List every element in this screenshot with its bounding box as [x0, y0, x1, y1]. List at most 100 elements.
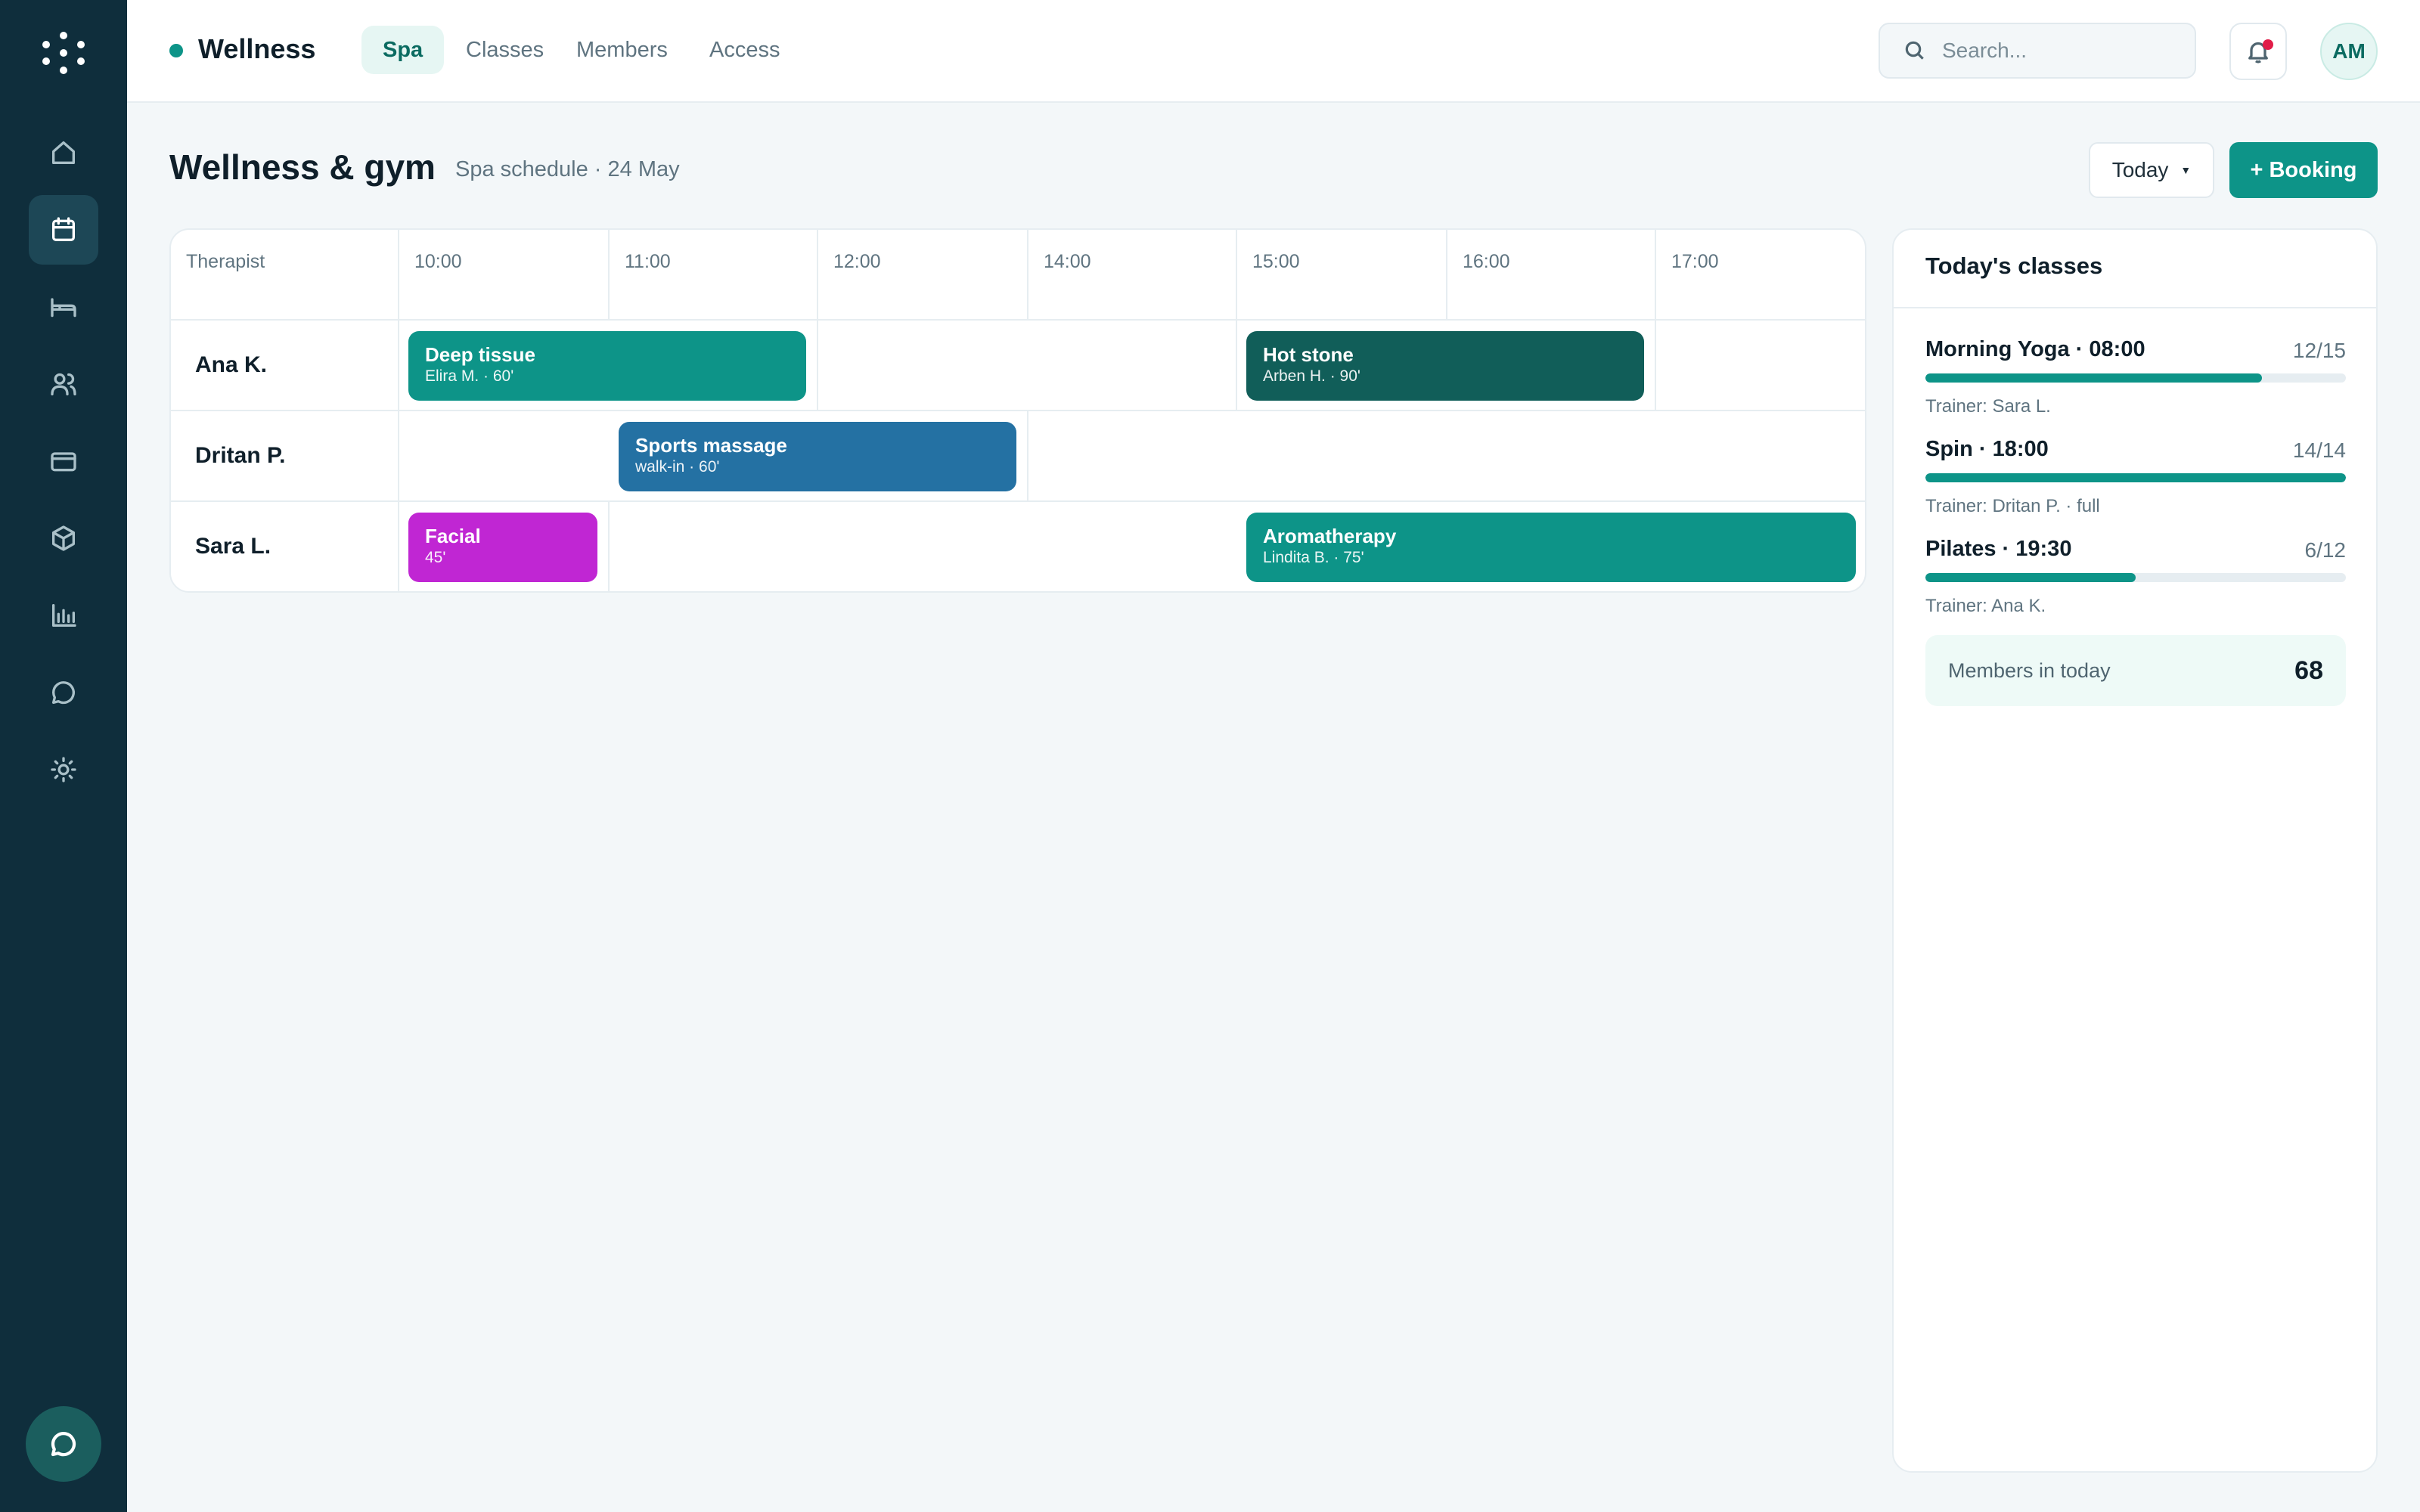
class-name: Pilates · 19:30 [1925, 537, 2072, 561]
column-header-therapist: Therapist [186, 251, 265, 272]
booking-block[interactable]: Aromatherapy Lindita B. · 75' [1246, 513, 1856, 582]
capacity-bar [1925, 473, 2346, 482]
therapist-name: Dritan P. [195, 443, 286, 468]
class-trainer: Trainer: Sara L. [1925, 396, 2051, 417]
column-header-time: 17:00 [1671, 251, 1719, 272]
date-select[interactable]: Today ▼ [2089, 142, 2214, 198]
booking-title: Deep tissue [425, 343, 535, 366]
sun-icon [51, 757, 76, 782]
page-title: Wellness & gym [169, 147, 436, 187]
grid-divider [608, 500, 610, 591]
add-booking-button[interactable]: + Booking [2229, 142, 2378, 198]
column-header-time: 16:00 [1463, 251, 1510, 272]
sidebar-item-reports[interactable] [29, 581, 98, 650]
sidebar-item-calendar[interactable] [29, 195, 98, 265]
grid-divider [171, 319, 1865, 321]
bed-icon [51, 298, 76, 318]
booking-title: Sports massage [635, 434, 787, 457]
capacity-bar-fill [1925, 373, 2262, 383]
capacity-bar [1925, 373, 2346, 383]
tab-classes[interactable]: Classes [445, 26, 565, 74]
capacity-bar-fill [1925, 573, 2136, 582]
panel-title: Today's classes [1925, 253, 2103, 279]
page-subtitle: Spa schedule · 24 May [455, 157, 680, 181]
date-select-label: Today [2111, 158, 2169, 181]
notifications-button[interactable] [2229, 23, 2287, 80]
members-label: Members in today [1948, 658, 2111, 682]
home-icon [52, 141, 76, 164]
class-item[interactable]: Pilates · 19:30 6/12 Trainer: Ana K. [1925, 537, 2346, 635]
booking-details: 45' [425, 549, 446, 566]
tab-spa[interactable]: Spa [361, 26, 445, 74]
users-icon [51, 373, 76, 395]
grid-divider [1236, 230, 1237, 410]
chat-icon [52, 681, 75, 705]
class-item[interactable]: Morning Yoga · 08:00 12/15 Trainer: Sara… [1925, 337, 2346, 435]
search-input[interactable] [1942, 39, 2169, 63]
column-header-time: 10:00 [414, 251, 462, 272]
support-chat-button[interactable] [26, 1406, 101, 1482]
booking-details: Lindita B. · 75' [1263, 549, 1364, 566]
column-header-time: 12:00 [833, 251, 881, 272]
therapist-name: Sara L. [195, 534, 271, 559]
class-item[interactable]: Spin · 18:00 14/14 Trainer: Dritan P. · … [1925, 437, 2346, 535]
booking-block[interactable]: Sports massage walk-in · 60' [619, 422, 1016, 491]
sidebar-item-users[interactable] [29, 349, 98, 419]
chat-bubble-icon [51, 1432, 76, 1457]
class-name: Morning Yoga · 08:00 [1925, 337, 2145, 361]
sidebar-item-rooms[interactable] [29, 272, 98, 342]
notification-badge [2263, 39, 2273, 50]
sidebar [0, 0, 127, 1512]
grid-divider [608, 230, 610, 321]
booking-title: Facial [425, 525, 481, 547]
grid-divider [1446, 230, 1447, 321]
booking-details: Arben H. · 90' [1263, 367, 1360, 385]
booking-details: walk-in · 60' [635, 458, 720, 476]
booking-block[interactable]: Facial 45' [408, 513, 597, 582]
booking-block[interactable]: Hot stone Arben H. · 90' [1246, 331, 1644, 401]
booking-title: Aromatherapy [1263, 525, 1397, 547]
booking-details: Elira M. · 60' [425, 367, 514, 385]
grid-divider [1027, 230, 1028, 321]
column-header-time: 14:00 [1044, 251, 1091, 272]
tab-access[interactable]: Access [688, 26, 801, 74]
box-icon [52, 525, 76, 551]
grid-divider [1655, 230, 1656, 410]
class-capacity: 6/12 [2304, 538, 2347, 562]
tab-members[interactable]: Members [555, 26, 689, 74]
class-trainer: Trainer: Ana K. [1925, 596, 2046, 616]
caret-down-icon: ▼ [2180, 164, 2192, 176]
grid-divider [817, 230, 818, 410]
class-capacity: 12/15 [2292, 339, 2346, 362]
grid-divider [171, 410, 1865, 411]
sidebar-item-inventory[interactable] [29, 503, 98, 573]
card-icon [51, 452, 76, 472]
brand-name: Wellness [198, 33, 316, 64]
column-header-time: 11:00 [625, 251, 671, 272]
members-in-today-card: Members in today 68 [1925, 635, 2346, 706]
user-avatar[interactable]: AM [2320, 23, 2378, 80]
grid-divider [398, 230, 399, 591]
todays-classes-panel: Today's classes Morning Yoga · 08:00 12/… [1892, 228, 2378, 1473]
capacity-bar [1925, 573, 2346, 582]
class-trainer: Trainer: Dritan P. · full [1925, 496, 2100, 516]
members-count: 68 [2294, 655, 2323, 685]
booking-title: Hot stone [1263, 343, 1354, 366]
sidebar-item-payments[interactable] [29, 426, 98, 496]
class-capacity: 14/14 [2292, 438, 2346, 462]
class-name: Spin · 18:00 [1925, 437, 2049, 461]
calendar-icon [52, 217, 76, 241]
therapist-name: Ana K. [195, 352, 268, 377]
grid-divider [1027, 410, 1028, 502]
spa-schedule: Therapist 10:00 11:00 12:00 14:00 15:00 … [169, 228, 1866, 593]
bar-chart-icon [52, 604, 76, 627]
sidebar-item-settings[interactable] [29, 735, 98, 804]
sidebar-item-messages[interactable] [29, 658, 98, 727]
capacity-bar-fill [1925, 473, 2346, 482]
sidebar-item-home[interactable] [29, 118, 98, 187]
grid-divider [171, 500, 1865, 502]
booking-block[interactable]: Deep tissue Elira M. · 60' [408, 331, 806, 401]
brand-status-dot [169, 44, 183, 57]
top-bar: Wellness Spa Classes Members Access AM [127, 0, 2420, 103]
column-header-time: 15:00 [1252, 251, 1300, 272]
